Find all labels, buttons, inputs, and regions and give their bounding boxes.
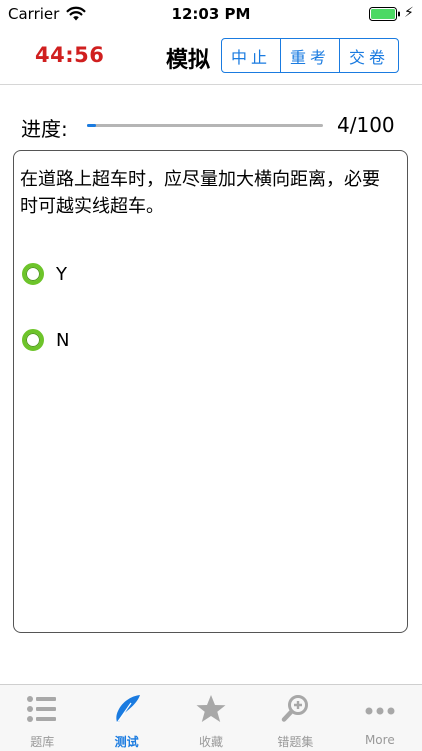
tab-label: 收藏 xyxy=(199,735,224,749)
tab-more[interactable]: More xyxy=(338,685,422,751)
tab-question-bank[interactable]: 题库 xyxy=(0,685,84,751)
more-icon xyxy=(365,707,395,715)
question-text: 在道路上超车时，应尽量加大横向距离，必要时可越实线超车。 xyxy=(20,169,380,217)
tab-label: 测试 xyxy=(114,735,139,749)
status-bar: Carrier 12:03 PM ⚡ xyxy=(0,0,422,28)
option-label: Y xyxy=(56,263,67,285)
tab-label: More xyxy=(364,733,395,747)
tab-test[interactable]: 测试 xyxy=(84,685,168,751)
countdown-timer: 44:56 xyxy=(35,43,105,67)
feather-icon xyxy=(115,695,140,724)
tab-favorites[interactable]: 收藏 xyxy=(169,685,253,751)
tab-bar: 题库 测试 收藏 错题集 More xyxy=(0,684,422,751)
mode-title: 模拟 xyxy=(166,48,211,73)
progress-row: 进度: 4/100 xyxy=(0,112,422,141)
tab-label: 题库 xyxy=(30,735,55,749)
magnifier-icon xyxy=(282,695,309,722)
option-y[interactable]: Y xyxy=(22,261,67,287)
progress-bar xyxy=(87,124,323,127)
option-label: N xyxy=(56,329,70,351)
tab-wrong-questions[interactable]: 错题集 xyxy=(253,685,337,751)
nav-bar: 44:56 模拟 中止 重考 交卷 xyxy=(0,28,422,85)
charging-icon: ⚡ xyxy=(404,5,414,21)
progress-count: 4/100 xyxy=(337,113,395,137)
option-n[interactable]: N xyxy=(22,327,69,353)
radio-icon xyxy=(22,329,44,351)
exam-actions: 中止 重考 交卷 xyxy=(221,38,399,73)
star-icon xyxy=(196,695,226,722)
list-icon xyxy=(27,696,57,722)
question-card: 在道路上超车时，应尽量加大横向距离，必要时可越实线超车。 Y N xyxy=(13,150,408,633)
tab-label: 错题集 xyxy=(277,735,314,749)
progress-label: 进度: xyxy=(21,117,68,141)
retake-button[interactable]: 重考 xyxy=(281,39,340,72)
battery-icon xyxy=(369,7,400,21)
status-time: 12:03 PM xyxy=(171,5,251,23)
radio-icon xyxy=(22,263,44,285)
submit-button[interactable]: 交卷 xyxy=(340,39,398,72)
progress-fill xyxy=(87,124,97,127)
stop-button[interactable]: 中止 xyxy=(222,39,281,72)
